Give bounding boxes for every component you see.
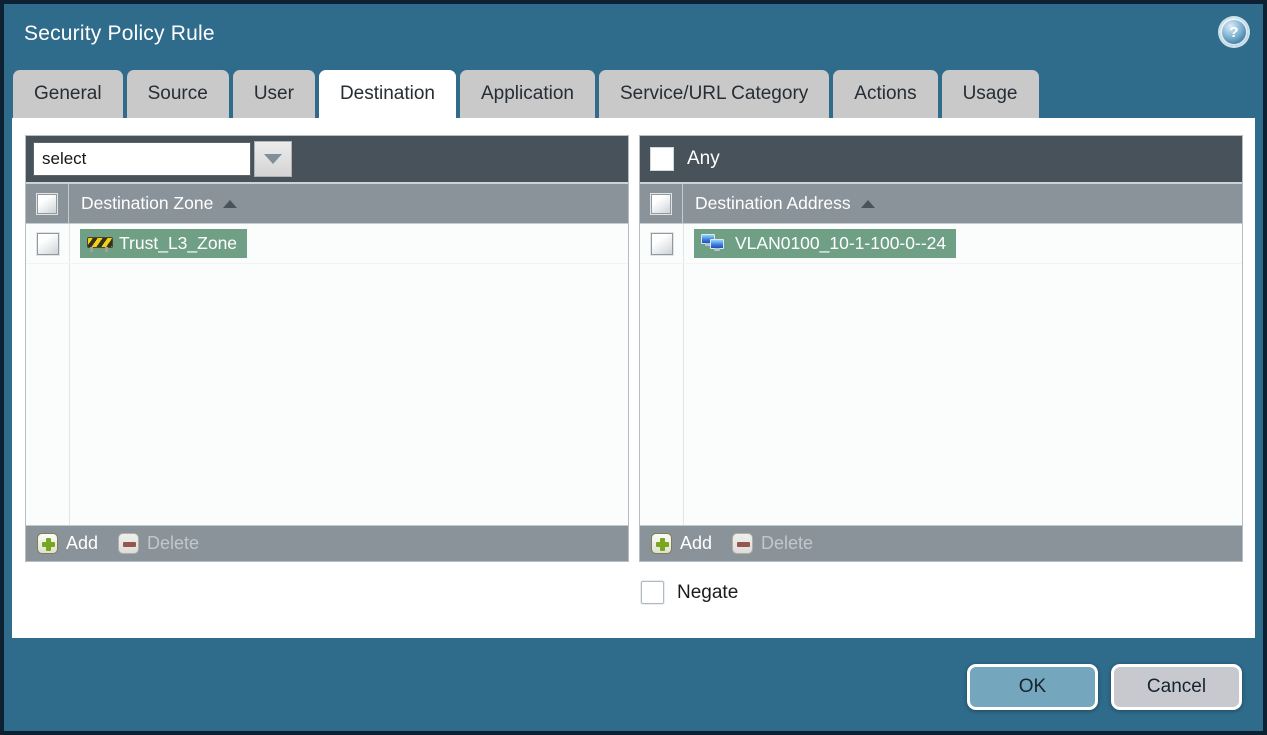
minus-icon — [732, 533, 754, 554]
delete-address-label: Delete — [761, 533, 814, 553]
add-zone-button[interactable]: Add — [37, 533, 98, 554]
delete-zone-button[interactable]: Delete — [118, 533, 199, 554]
zone-footer: Add Delete — [26, 525, 628, 561]
tab-usage[interactable]: Usage — [941, 70, 1039, 118]
tab-general[interactable]: General — [13, 70, 123, 118]
add-address-button[interactable]: Add — [651, 533, 712, 554]
page-title: Security Policy Rule — [24, 22, 215, 45]
address-select-all-cell — [640, 184, 683, 223]
tab-source[interactable]: Source — [126, 70, 229, 118]
zone-list: Trust_L3_Zone — [26, 224, 628, 525]
title-bar: Security Policy Rule ? — [4, 4, 1263, 64]
sort-ascending-icon — [860, 199, 875, 208]
panels-container: Destination Zone Trust_L3_Zone — [17, 135, 1251, 562]
address-row-check-cell — [640, 224, 683, 263]
zone-column-label: Destination Zone — [81, 193, 214, 213]
zone-column-header[interactable]: Destination Zone — [26, 184, 628, 224]
tab-service-url-category[interactable]: Service/URL Category — [598, 70, 830, 118]
zone-barrier-icon — [87, 235, 113, 252]
plus-icon — [37, 533, 58, 554]
delete-zone-label: Delete — [147, 533, 200, 553]
tab-destination[interactable]: Destination — [318, 70, 456, 118]
any-checkbox[interactable] — [650, 147, 674, 171]
address-chip[interactable]: VLAN0100_10-1-100-0--24 — [694, 229, 957, 258]
chevron-down-icon — [264, 154, 282, 164]
zone-select-all-cell — [26, 184, 69, 223]
tab-bar: General Source User Destination Applicat… — [4, 64, 1263, 118]
zone-select-dropdown-button[interactable] — [254, 141, 292, 177]
help-icon[interactable]: ? — [1220, 18, 1248, 46]
negate-row: Negate — [641, 581, 1251, 604]
destination-tab-content: Destination Zone Trust_L3_Zone — [12, 118, 1255, 638]
dialog-action-bar: OK Cancel — [4, 638, 1263, 731]
tab-application[interactable]: Application — [460, 70, 595, 118]
address-column-header[interactable]: Destination Address — [640, 184, 1242, 224]
address-any-bar: Any — [640, 136, 1242, 184]
zone-select-input[interactable] — [33, 142, 251, 176]
plus-icon — [651, 533, 672, 554]
network-hosts-icon — [701, 234, 727, 253]
ok-button[interactable]: OK — [967, 664, 1098, 710]
address-select-all-checkbox[interactable] — [651, 193, 671, 214]
minus-icon — [118, 533, 140, 554]
address-row[interactable]: VLAN0100_10-1-100-0--24 — [640, 224, 1242, 264]
zone-row-checkbox[interactable] — [36, 232, 59, 255]
security-policy-rule-dialog: Security Policy Rule ? General Source Us… — [0, 0, 1267, 735]
cancel-button[interactable]: Cancel — [1111, 664, 1242, 710]
destination-zone-panel: Destination Zone Trust_L3_Zone — [25, 135, 629, 562]
tab-user[interactable]: User — [232, 70, 315, 118]
address-column-label: Destination Address — [695, 193, 851, 213]
address-chip-label: VLAN0100_10-1-100-0--24 — [735, 233, 947, 253]
zone-select-bar — [26, 136, 628, 184]
delete-address-button[interactable]: Delete — [732, 533, 813, 554]
address-row-checkbox[interactable] — [650, 232, 673, 255]
any-label: Any — [687, 148, 720, 169]
address-footer: Add Delete — [640, 525, 1242, 561]
zone-row[interactable]: Trust_L3_Zone — [26, 224, 628, 264]
tab-actions[interactable]: Actions — [833, 70, 938, 118]
add-address-label: Add — [680, 533, 713, 553]
sort-ascending-icon — [223, 199, 238, 208]
negate-checkbox[interactable] — [641, 581, 664, 604]
destination-address-panel: Any Destination Address VLAN0100_10-1-10… — [639, 135, 1243, 562]
zone-select-all-checkbox[interactable] — [37, 193, 57, 214]
negate-label: Negate — [677, 581, 739, 603]
zone-chip-label: Trust_L3_Zone — [119, 233, 238, 253]
zone-row-check-cell — [26, 224, 69, 263]
zone-chip[interactable]: Trust_L3_Zone — [80, 229, 248, 258]
add-zone-label: Add — [66, 533, 99, 553]
address-list: VLAN0100_10-1-100-0--24 — [640, 224, 1242, 525]
